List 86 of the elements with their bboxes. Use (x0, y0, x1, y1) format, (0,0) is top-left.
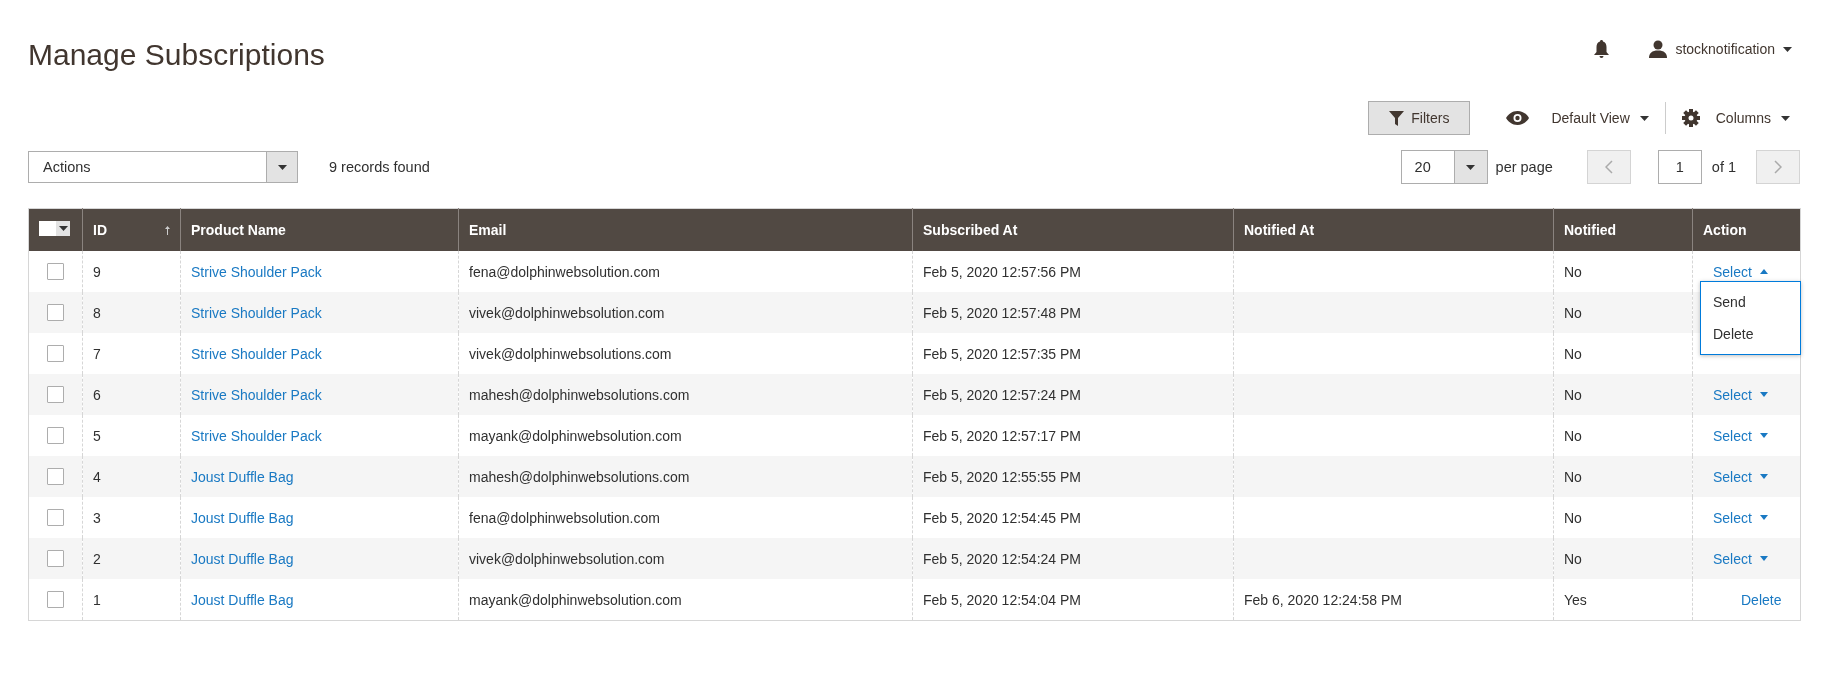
row-checkbox[interactable] (47, 591, 64, 609)
row-checkbox[interactable] (47, 263, 64, 281)
menu-item[interactable]: Send (1701, 286, 1800, 318)
per-page-dropdown[interactable]: 20 (1400, 150, 1488, 184)
user-menu[interactable]: stocknotification (1649, 40, 1792, 58)
chevron-right-icon (1774, 160, 1782, 174)
table-cell: Feb 5, 2020 12:55:55 PM (912, 456, 1234, 497)
row-checkbox[interactable] (47, 509, 64, 527)
select-dropdown[interactable]: Select (1713, 263, 1768, 280)
table-cell: mahesh@dolphinwebsolutions.com (458, 456, 913, 497)
caret-icon (1759, 556, 1768, 561)
delete-link[interactable]: Delete (1741, 591, 1782, 608)
row-checkbox[interactable] (47, 550, 64, 568)
table-cell: 2 (82, 538, 181, 579)
caret-icon (1759, 392, 1768, 397)
per-page-label: per page (1495, 159, 1553, 175)
gear-icon (1681, 109, 1700, 127)
row-checkbox[interactable] (47, 304, 64, 322)
caret-icon (1759, 515, 1768, 520)
row-checkbox[interactable] (47, 345, 64, 363)
view-dropdown[interactable]: Default View (1496, 110, 1659, 126)
column-header[interactable]: Notified (1553, 208, 1693, 251)
table-cell: mahesh@dolphinwebsolutions.com (458, 374, 913, 415)
table-cell: Feb 6, 2020 12:24:58 PM (1233, 579, 1554, 621)
filters-button[interactable]: Filters (1368, 101, 1471, 135)
menu-item[interactable]: Delete (1701, 318, 1800, 350)
select-dropdown[interactable]: Select (1713, 509, 1768, 526)
table-cell: No (1553, 292, 1693, 333)
product-link[interactable]: Joust Duffle Bag (191, 591, 294, 608)
caret-icon (1639, 115, 1649, 121)
table-cell: No (1553, 374, 1693, 415)
table-cell: vivek@dolphinwebsolution.com (458, 292, 913, 333)
chevron-left-icon (1604, 160, 1613, 174)
column-header[interactable]: Action (1692, 208, 1801, 251)
product-link[interactable]: Strive Shoulder Pack (191, 386, 322, 403)
table-cell: 8 (82, 292, 181, 333)
table-cell: vivek@dolphinwebsolution.com (458, 538, 913, 579)
table-cell: Feb 5, 2020 12:57:48 PM (912, 292, 1234, 333)
caret-icon (1759, 269, 1768, 274)
caret-icon (1783, 46, 1792, 52)
column-header[interactable]: Subscribed At (912, 208, 1234, 251)
column-header[interactable]: ID (82, 208, 181, 251)
caret-icon (1781, 115, 1790, 121)
page-total: of 1 (1711, 159, 1736, 175)
table-cell: No (1553, 456, 1693, 497)
table-cell: Feb 5, 2020 12:54:04 PM (912, 579, 1234, 621)
caret-icon (277, 164, 287, 170)
table-cell: Feb 5, 2020 12:57:24 PM (912, 374, 1234, 415)
sort-arrow-icon (165, 225, 170, 235)
columns-dropdown[interactable]: Columns (1671, 109, 1800, 127)
product-link[interactable]: Strive Shoulder Pack (191, 263, 322, 280)
product-link[interactable]: Strive Shoulder Pack (191, 427, 322, 444)
caret-icon (1466, 164, 1476, 170)
mass-select-checkbox[interactable] (39, 221, 70, 236)
caret-icon (1759, 474, 1768, 479)
table-cell: Feb 5, 2020 12:54:24 PM (912, 538, 1234, 579)
caret-icon (58, 226, 68, 231)
column-header[interactable]: Email (458, 208, 913, 251)
product-link[interactable]: Strive Shoulder Pack (191, 304, 322, 321)
actions-dropdown[interactable]: Actions (28, 151, 298, 183)
page-title: Manage Subscriptions (28, 38, 326, 72)
column-header[interactable]: Product Name (180, 208, 459, 251)
eye-icon (1506, 111, 1530, 125)
records-count: 9 records found (329, 159, 431, 175)
filter-icon (1389, 110, 1405, 126)
previous-page-button[interactable] (1586, 150, 1631, 184)
bell-icon[interactable] (1594, 40, 1610, 58)
caret-icon (1759, 433, 1768, 438)
table-cell: 1 (82, 579, 181, 621)
product-link[interactable]: Joust Duffle Bag (191, 468, 294, 485)
page-number-field[interactable]: 1 (1657, 150, 1702, 184)
row-checkbox[interactable] (47, 386, 64, 404)
column-header[interactable]: Notified At (1233, 208, 1554, 251)
product-link[interactable]: Joust Duffle Bag (191, 509, 294, 526)
table-cell: No (1553, 538, 1693, 579)
user-icon (1649, 40, 1668, 58)
table-cell: 6 (82, 374, 181, 415)
table-cell: mayank@dolphinwebsolution.com (458, 579, 913, 621)
next-page-button[interactable] (1756, 150, 1800, 184)
table-cell: Yes (1553, 579, 1693, 621)
product-link[interactable]: Joust Duffle Bag (191, 550, 294, 567)
row-checkbox[interactable] (47, 468, 64, 486)
row-checkbox[interactable] (47, 427, 64, 445)
product-link[interactable]: Strive Shoulder Pack (191, 345, 322, 362)
select-dropdown[interactable]: Select (1713, 427, 1768, 444)
table-cell: 4 (82, 456, 181, 497)
